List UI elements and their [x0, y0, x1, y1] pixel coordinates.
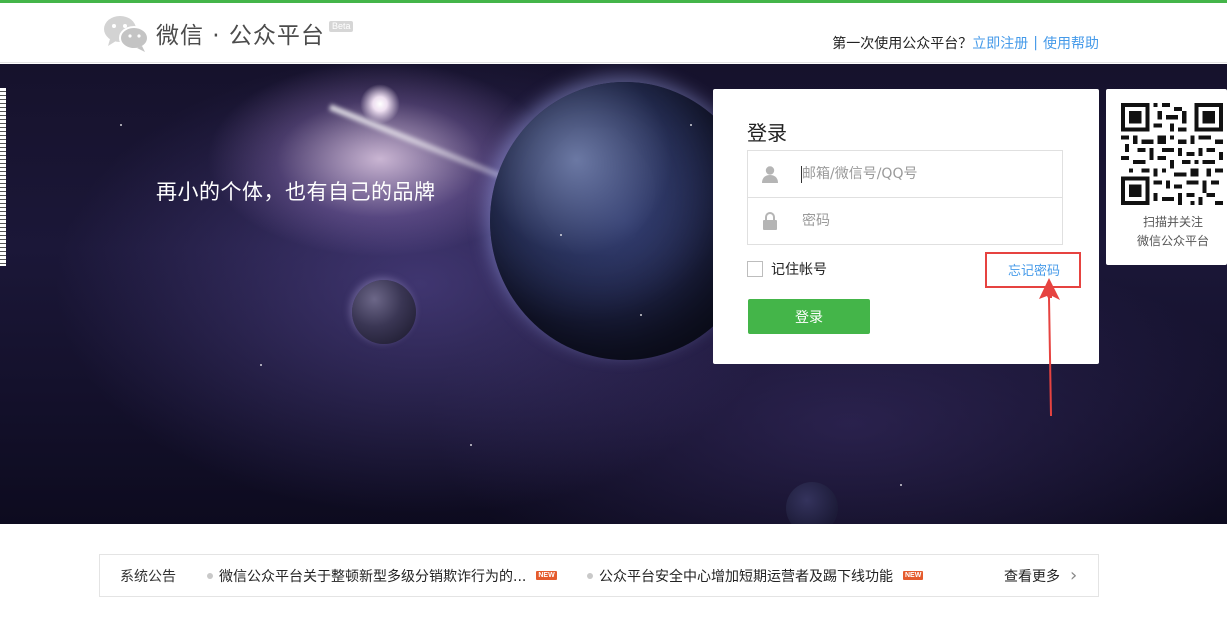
logo-text: 微信 · 公众平台 [156, 23, 325, 49]
announcement-item[interactable]: 微信公众平台关于整顿新型多级分销欺诈行为的... NEW [207, 566, 587, 586]
login-title: 登录 [747, 121, 787, 145]
lock-icon [748, 198, 792, 244]
password-field[interactable] [747, 197, 1063, 245]
hero-tagline: 再小的个体，也有自己的品牌 [156, 180, 436, 204]
bullet-dot-icon [207, 572, 213, 579]
forgot-password-link[interactable]: 忘记密码 [1008, 260, 1060, 279]
light-flare [360, 84, 400, 124]
star [900, 484, 902, 486]
password-input[interactable] [802, 213, 1042, 229]
remember-checkbox[interactable] [747, 261, 763, 277]
new-badge: NEW [536, 571, 557, 580]
announcement-item[interactable]: 公众平台安全中心增加短期运营者及踢下线功能 NEW [587, 566, 1004, 586]
qr-caption-line2: 微信公众平台 [1136, 234, 1209, 248]
announcement-bar: 系统公告 微信公众平台关于整顿新型多级分销欺诈行为的... NEW 公众平台安全… [99, 554, 1099, 597]
help-link[interactable]: 使用帮助 [1043, 33, 1099, 53]
remember-account[interactable]: 记住帐号 [747, 259, 827, 279]
planet-distant [786, 482, 838, 524]
edge-strip [0, 88, 6, 266]
star [640, 314, 642, 316]
header-links: 第一次使用公众平台？ 立即注册 | 使用帮助 [832, 33, 1099, 53]
first-time-text: 第一次使用公众平台？ [832, 36, 973, 52]
header: 微信 · 公众平台 Beta 第一次使用公众平台？ 立即注册 | 使用帮助 [0, 3, 1227, 63]
qr-panel: 扫描并关注 微信公众平台 [1106, 89, 1227, 265]
qr-code-icon [1121, 103, 1223, 205]
star [560, 234, 562, 236]
new-badge: NEW [903, 571, 924, 580]
wechat-logo-icon [102, 13, 150, 53]
link-separator: | [1033, 35, 1038, 51]
announcement-item-text: 公众平台安全中心增加短期运营者及踢下线功能 [599, 568, 893, 585]
account-input[interactable] [802, 166, 1042, 182]
account-field[interactable] [747, 150, 1063, 198]
register-link[interactable]: 立即注册 [972, 33, 1028, 53]
remember-label: 记住帐号 [771, 262, 827, 278]
login-button[interactable]: 登录 [748, 299, 870, 334]
chevron-right-icon: › [1070, 564, 1078, 586]
announcement-item-text: 微信公众平台关于整顿新型多级分销欺诈行为的... [219, 568, 527, 585]
announcement-title: 系统公告 [120, 568, 176, 585]
logo[interactable]: 微信 · 公众平台 Beta [102, 13, 354, 53]
star [690, 124, 692, 126]
text-caret [801, 166, 802, 183]
user-icon [748, 151, 792, 197]
star [470, 444, 472, 446]
bullet-dot-icon [587, 572, 593, 579]
annotation-arrow-icon [1039, 278, 1060, 416]
star [120, 124, 122, 126]
beta-badge: Beta [328, 20, 354, 32]
star [260, 364, 262, 366]
view-more-link[interactable]: 查看更多 › [1004, 566, 1077, 586]
view-more-label: 查看更多 [1004, 568, 1060, 585]
planet-small [352, 280, 416, 344]
qr-caption-line1: 扫描并关注 [1142, 215, 1203, 229]
